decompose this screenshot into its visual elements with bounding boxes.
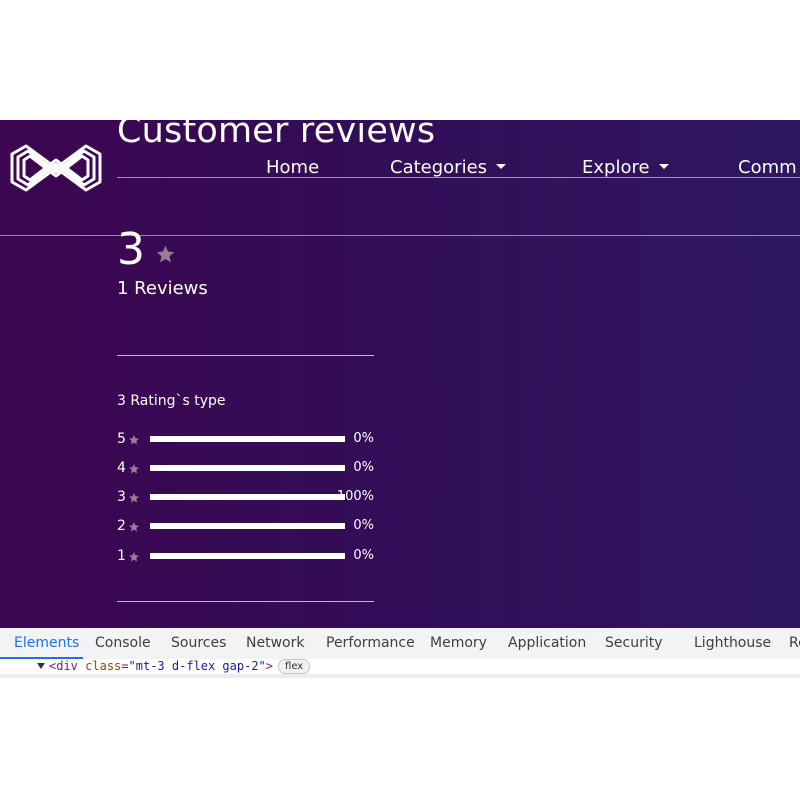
nav-item-categories[interactable]: Categories	[390, 157, 507, 178]
dom-node[interactable]: <div class="mt-3 d-flex gap-2"> flex	[49, 659, 311, 674]
average-rating: 3	[117, 224, 145, 275]
breakdown-divider	[117, 601, 374, 602]
star-icon	[129, 493, 139, 503]
rating-stars-label: 4	[117, 460, 126, 476]
rating-stars-label: 3	[117, 489, 126, 505]
rating-percent: 0%	[353, 431, 374, 446]
rating-bar	[150, 523, 345, 529]
dom-tree-line[interactable]: <div class="mt-3 d-flex gap-2"> flex	[0, 659, 800, 674]
rating-types-label: 3 Rating`s type	[117, 393, 226, 409]
tag-name: div	[56, 659, 78, 673]
nav-label: Explore	[582, 157, 650, 178]
star-icon	[129, 522, 139, 532]
rating-row: 5 0%	[117, 430, 374, 450]
nav-label: Home	[266, 157, 320, 178]
nav-item-explore[interactable]: Explore	[582, 157, 669, 178]
rating-stars-label: 1	[117, 548, 126, 564]
triangle-down-icon[interactable]	[37, 663, 45, 669]
rating-row: 1 0%	[117, 547, 374, 567]
rating-percent: 0%	[353, 460, 374, 475]
tab-sources[interactable]: Sources	[171, 635, 226, 651]
page-title: Customer reviews	[117, 120, 436, 151]
nav-item-home[interactable]: Home	[266, 157, 319, 178]
devtools-divider	[0, 674, 800, 678]
flex-badge[interactable]: flex	[278, 659, 311, 674]
tab-security[interactable]: Security	[605, 635, 663, 651]
main-nav: Home Categories Explore Comm	[0, 157, 800, 181]
devtools-tabbar: Elements Console Sources Network Perform…	[0, 628, 800, 660]
rating-bar	[150, 436, 345, 442]
rating-bar	[150, 465, 345, 471]
attr-eq: =	[121, 659, 129, 673]
star-icon	[129, 435, 139, 445]
rating-row: 4 0%	[117, 459, 374, 479]
tag-close: >	[265, 659, 274, 673]
rating-percent: 100%	[336, 489, 374, 504]
tab-memory[interactable]: Memory	[430, 635, 487, 651]
star-icon	[156, 245, 175, 263]
nav-item-community[interactable]: Comm	[738, 157, 797, 178]
rating-row: 3 100%	[117, 488, 374, 508]
tab-application[interactable]: Application	[508, 635, 586, 651]
star-icon	[129, 464, 139, 474]
rating-row: 2 0%	[117, 517, 374, 537]
attr-value: "mt-3 d-flex gap-2"	[128, 659, 266, 673]
rating-bar	[150, 553, 345, 559]
rating-stars-label: 2	[117, 518, 126, 534]
star-icon	[129, 552, 139, 562]
caret-down-icon	[496, 163, 507, 169]
nav-label: Categories	[390, 157, 488, 178]
rating-bar	[150, 494, 345, 500]
tab-console[interactable]: Console	[95, 635, 151, 651]
caret-down-icon	[658, 163, 669, 169]
tab-performance[interactable]: Performance	[326, 635, 415, 651]
nav-label: Comm	[738, 157, 797, 178]
tab-elements[interactable]: Elements	[14, 635, 79, 651]
review-page: Customer reviews Home Categories Explore…	[0, 120, 800, 628]
tab-lighthouse[interactable]: Lighthouse	[694, 635, 771, 651]
rating-percent: 0%	[353, 548, 374, 563]
devtools-panel: Elements Console Sources Network Perform…	[0, 628, 800, 678]
attr-name: class	[85, 659, 122, 673]
rating-stars-label: 5	[117, 431, 126, 447]
rating-percent: 0%	[353, 518, 374, 533]
tab-recorder[interactable]: Re	[789, 635, 800, 651]
tab-network[interactable]: Network	[246, 635, 304, 651]
summary-divider	[117, 355, 374, 356]
rating-bar-fill	[150, 494, 345, 500]
review-count: 1 Reviews	[117, 278, 208, 299]
